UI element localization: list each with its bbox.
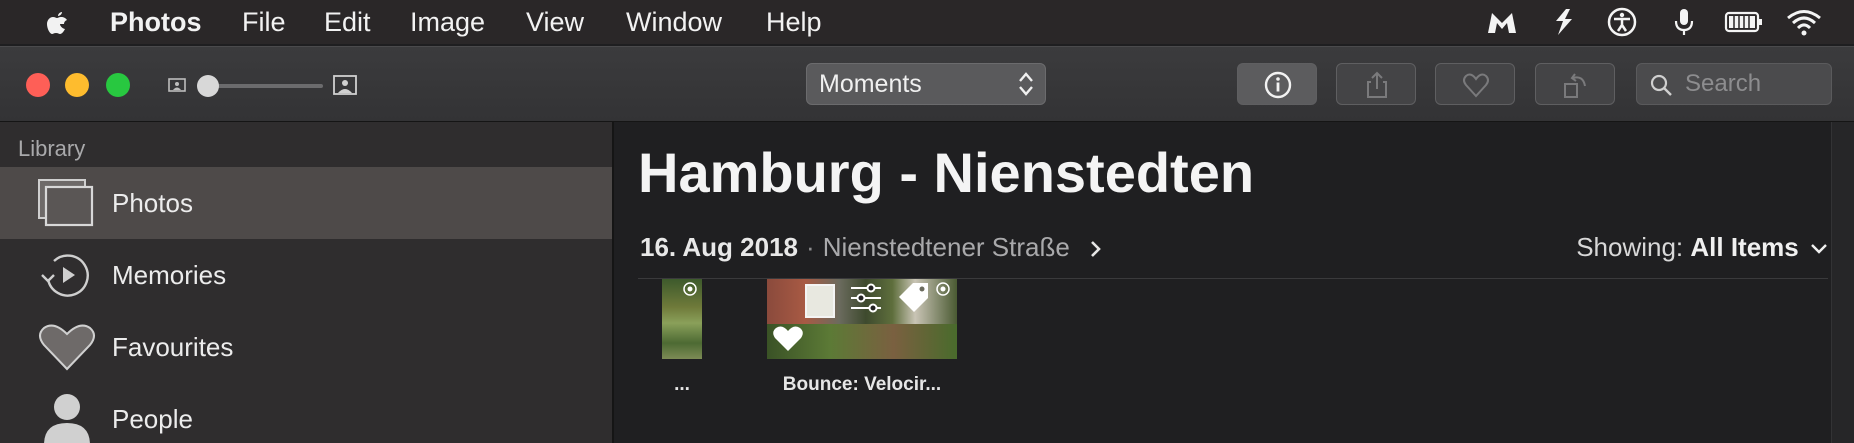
window-frame xyxy=(805,284,835,318)
chevron-down-icon xyxy=(1811,244,1827,254)
rotate-button[interactable] xyxy=(1535,63,1615,105)
share-button[interactable] xyxy=(1336,63,1416,105)
sidebar-item-label: Favourites xyxy=(112,332,234,362)
moment-subtitle[interactable]: 16. Aug 2018 · Nienstedtener Straße xyxy=(640,232,1103,272)
moment-location[interactable]: Nienstedtener Straße xyxy=(823,232,1070,262)
chevron-right-icon[interactable] xyxy=(1089,239,1103,259)
zoom-button[interactable] xyxy=(106,73,130,97)
separator-dot: · xyxy=(806,232,815,262)
photo-thumbnail[interactable] xyxy=(767,279,957,359)
showing-value: All Items xyxy=(1690,232,1799,262)
battery-icon[interactable] xyxy=(1724,7,1764,37)
adjustments-icon xyxy=(851,283,881,313)
search-field[interactable]: Search xyxy=(1636,63,1832,105)
menu-app-name[interactable]: Photos xyxy=(110,0,202,44)
moment-view: Hamburg - Nienstedten 16. Aug 2018 · Niens… xyxy=(614,122,1854,443)
heart-icon xyxy=(39,324,95,371)
menu-edit[interactable]: Edit xyxy=(324,0,371,44)
memories-icon xyxy=(41,254,89,297)
menu-file[interactable]: File xyxy=(242,0,286,44)
accessibility-icon[interactable] xyxy=(1604,7,1640,37)
menu-help[interactable]: Help xyxy=(766,0,822,44)
person-icon xyxy=(44,394,90,443)
tag-icon xyxy=(899,283,928,312)
menu-bar: Photos File Edit Image View Window Help xyxy=(0,0,1854,44)
menu-window[interactable]: Window xyxy=(626,0,722,44)
view-selector-label: Moments xyxy=(819,70,922,98)
wifi-icon[interactable] xyxy=(1784,7,1824,37)
moment-date: 16. Aug 2018 xyxy=(640,232,799,262)
heart-outline-icon xyxy=(1463,73,1489,98)
sidebar-item-memories[interactable]: Memories xyxy=(0,239,612,311)
photos-window: Moments Search Library Photos Memories F… xyxy=(0,46,1854,443)
share-icon xyxy=(1367,71,1387,98)
info-icon xyxy=(1264,71,1292,99)
rotate-icon xyxy=(1564,73,1586,98)
photo-caption: ... xyxy=(674,374,690,395)
close-button[interactable] xyxy=(26,73,50,97)
sidebar: Library Photos Memories Favourites Peopl… xyxy=(0,122,614,443)
live-photo-icon xyxy=(936,282,950,296)
malwarebytes-icon[interactable] xyxy=(1484,7,1520,37)
search-icon xyxy=(1650,74,1672,96)
vertical-scrollbar[interactable] xyxy=(1831,122,1854,443)
showing-label: Showing: xyxy=(1576,232,1684,262)
thumbnail-size-slider[interactable] xyxy=(205,84,323,88)
small-thumbnail-icon[interactable] xyxy=(168,78,186,92)
menu-image[interactable]: Image xyxy=(410,0,485,44)
minimize-button[interactable] xyxy=(65,73,89,97)
taskbox-icon[interactable] xyxy=(1546,7,1582,37)
search-placeholder: Search xyxy=(1685,70,1762,97)
favourite-button[interactable] xyxy=(1435,63,1515,105)
sidebar-item-photos[interactable]: Photos xyxy=(0,167,612,239)
window-toolbar: Moments Search xyxy=(0,47,1854,122)
favourite-heart-icon xyxy=(773,326,803,351)
photo-thumbnail[interactable] xyxy=(662,279,702,359)
moment-title: Hamburg - Nienstedten xyxy=(638,141,1255,204)
sidebar-item-label: Memories xyxy=(112,260,227,290)
microphone-icon[interactable] xyxy=(1666,7,1702,37)
sidebar-item-label: Photos xyxy=(112,188,193,218)
sidebar-item-favourites[interactable]: Favourites xyxy=(0,311,612,383)
menu-view[interactable]: View xyxy=(526,0,584,44)
sidebar-item-people[interactable]: People xyxy=(0,383,612,443)
sidebar-item-label: People xyxy=(112,404,193,434)
large-thumbnail-icon[interactable] xyxy=(333,75,357,95)
apple-icon[interactable] xyxy=(40,8,74,38)
info-button[interactable] xyxy=(1237,63,1317,105)
sidebar-section-library: Library xyxy=(18,136,86,161)
updown-chevron-icon xyxy=(1019,72,1033,96)
live-photo-icon xyxy=(683,282,697,296)
slider-knob[interactable] xyxy=(197,75,219,97)
showing-filter[interactable]: Showing: All Items xyxy=(1576,232,1828,263)
view-selector[interactable]: Moments xyxy=(806,63,1046,105)
photos-icon xyxy=(38,179,94,227)
photo-caption: Bounce: Velocir... xyxy=(782,374,942,395)
